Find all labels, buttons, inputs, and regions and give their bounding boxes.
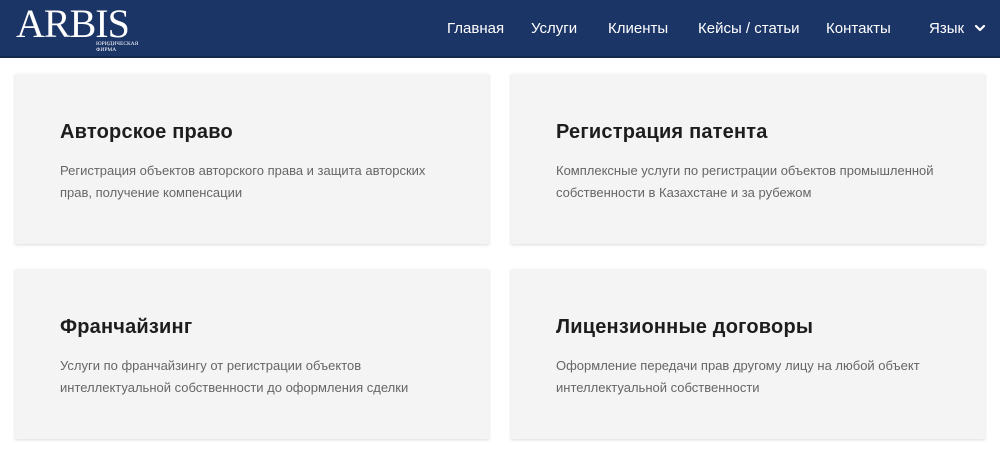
nav-item-services[interactable]: Услуги xyxy=(531,20,577,38)
nav-item-cases[interactable]: Кейсы / статьи xyxy=(698,20,800,38)
nav-item-home[interactable]: Главная xyxy=(447,20,504,38)
logo-subtitle: юридическая фирма xyxy=(96,41,139,53)
service-title: Лицензионные договоры xyxy=(556,316,814,338)
site-header: ARBIS юридическая фирма Главная Услуги К… xyxy=(0,0,1000,58)
service-card-licensing[interactable]: Лицензионные договоры Оформление передач… xyxy=(511,269,985,439)
chevron-down-icon xyxy=(975,24,986,31)
language-selector[interactable]: Язык xyxy=(929,20,986,38)
nav-item-contacts[interactable]: Контакты xyxy=(826,20,891,38)
service-description: Комплексные услуги по регистрации объект… xyxy=(556,163,934,200)
service-description: Регистрация объектов авторского права и … xyxy=(60,163,426,200)
language-label: Язык xyxy=(929,20,965,38)
service-title: Франчайзинг xyxy=(60,316,193,338)
service-card-franchising[interactable]: Франчайзинг Услуги по франчайзингу от ре… xyxy=(15,269,489,439)
logo[interactable]: ARBIS юридическая фирма xyxy=(16,2,140,54)
logo-wordmark: ARBIS xyxy=(16,1,130,46)
service-description: Услуги по франчайзингу от регистрации об… xyxy=(60,358,409,395)
service-description: Оформление передачи прав другому лицу на… xyxy=(556,358,920,395)
service-title: Авторское право xyxy=(60,121,233,143)
service-card-patent[interactable]: Регистрация патента Комплексные услуги п… xyxy=(511,74,985,244)
service-card-copyright[interactable]: Авторское право Регистрация объектов авт… xyxy=(15,74,489,244)
service-title: Регистрация патента xyxy=(556,121,768,143)
nav-item-clients[interactable]: Клиенты xyxy=(608,20,668,38)
